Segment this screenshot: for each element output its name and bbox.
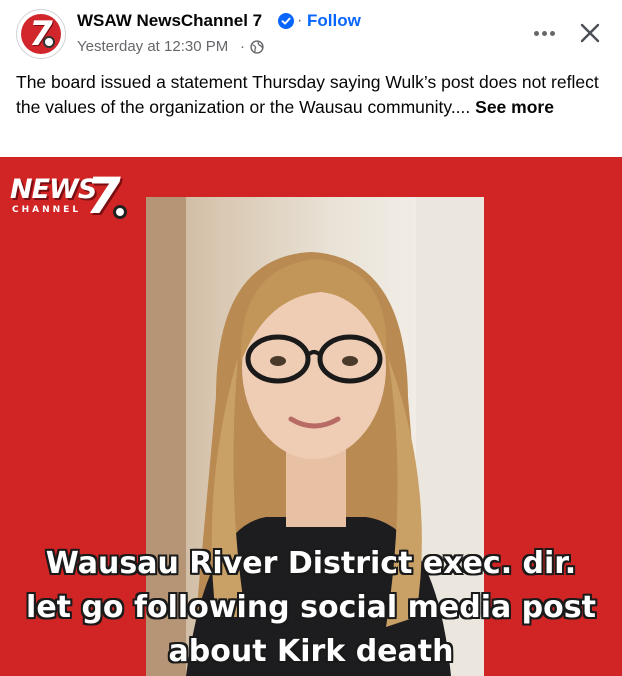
caption-line: Wausau River District exec. dir. [45, 546, 577, 581]
close-icon[interactable] [576, 19, 604, 47]
page-name-link[interactable]: WSAW NewsChannel 7 [77, 11, 262, 31]
page-avatar[interactable]: 7 [16, 9, 66, 59]
post-timestamp[interactable]: Yesterday at 12:30 PM [77, 38, 228, 55]
image-caption: Wausau River District exec. dir. let go … [0, 542, 622, 674]
logo-news-text: NEWS [10, 174, 97, 205]
newschannel-7-logo: NEWS CHANNEL 7 [8, 169, 133, 227]
caption-line: about Kirk death [168, 634, 454, 669]
verified-badge-icon [278, 13, 294, 29]
wsaw-logo-icon: 7 [21, 14, 61, 54]
avatar-logo-number: 7 [29, 14, 53, 54]
globe-icon [250, 40, 264, 54]
timestamp-separator: · [240, 38, 245, 55]
post-header: 7 WSAW NewsChannel 7 · Follow Yesterday … [0, 0, 622, 66]
logo-channel-text: CHANNEL [12, 205, 82, 215]
more-options-icon[interactable] [526, 20, 562, 46]
cbs-eye-icon [113, 205, 127, 219]
caption-line: let go following social media post [26, 590, 596, 625]
follow-separator: · [297, 12, 303, 29]
follow-button[interactable]: Follow [307, 11, 361, 31]
cbs-eye-icon [43, 36, 55, 48]
post-message: The board issued a statement Thursday sa… [16, 70, 610, 120]
see-more-link[interactable]: See more [475, 97, 554, 117]
post-image[interactable]: NEWS CHANNEL 7 Wausau River District exe… [0, 157, 622, 676]
